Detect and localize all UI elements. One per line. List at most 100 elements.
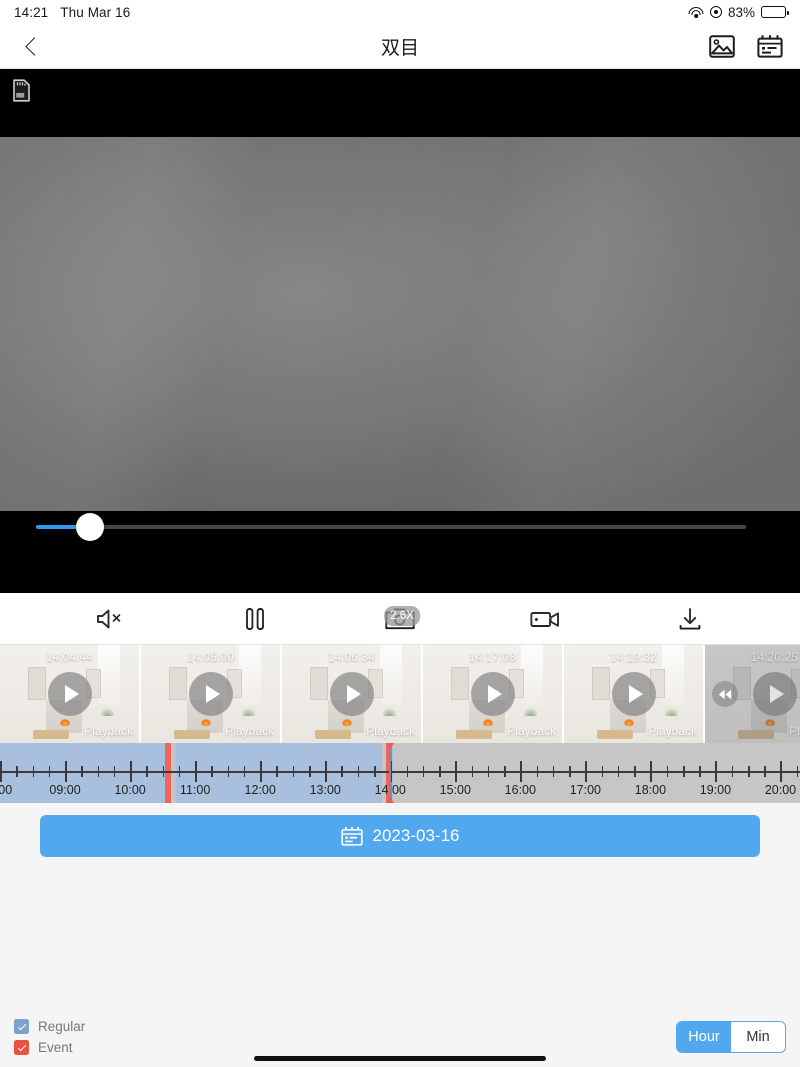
timeline-tick — [32, 766, 35, 777]
thumbnail-item[interactable]: 14:17:08 Playback — [423, 645, 562, 743]
zoom-tick — [482, 616, 486, 620]
timeline-hour-label: 16:00 — [504, 783, 536, 797]
thumbnail-item[interactable]: 14:20:25 Playback — [705, 645, 800, 743]
page-title: 双目 — [380, 37, 419, 59]
thumbnail-label: Playback — [84, 724, 133, 738]
zoom-tick — [599, 616, 602, 620]
date-picker-button[interactable]: 2023-03-16 — [40, 815, 760, 857]
zoom-tick — [499, 616, 502, 620]
zoom-tick — [169, 616, 173, 620]
zoom-tick — [615, 616, 618, 620]
play-icon — [628, 685, 643, 703]
zoom-tick — [334, 616, 337, 620]
timeline-tick — [504, 766, 506, 777]
zoom-tick — [531, 616, 535, 620]
calendar-icon — [340, 827, 363, 846]
play-button[interactable] — [611, 672, 656, 716]
timeline-tick — [552, 766, 555, 777]
timeline-tick — [796, 766, 799, 777]
zoom-tick — [153, 616, 157, 620]
zoom-tick — [466, 616, 470, 620]
slider-track — [36, 525, 746, 529]
play-button[interactable] — [188, 672, 233, 716]
timeline-hour-label: 19:00 — [699, 783, 732, 797]
playback-screen: 14:21 Thu Mar 16 83% 双目 2.6X 14:04:44 Pl… — [0, 0, 800, 1067]
legend-item-event[interactable]: Event — [14, 1040, 85, 1055]
rewind-button[interactable] — [712, 681, 738, 707]
timeline-hour-label: 8:00 — [0, 783, 13, 797]
timeline-tick — [731, 766, 734, 777]
zoom-tick — [202, 616, 205, 620]
gallery-button[interactable] — [706, 30, 738, 62]
timeline-scrubber[interactable]: 8:0009:0010:0011:0012:0013:0014:0015:001… — [0, 743, 800, 803]
home-indicator — [254, 1056, 546, 1061]
play-button[interactable] — [47, 672, 92, 716]
zoom-tick — [434, 616, 437, 620]
thumbnail-item[interactable]: 14:04:44 Playback — [0, 645, 139, 743]
calendar-button[interactable] — [754, 30, 786, 62]
thumbnail-timestamp: 14:20:25 — [750, 652, 799, 664]
event-checkbox[interactable] — [14, 1040, 29, 1055]
timeline-tick — [617, 766, 620, 777]
scale-toggle-min[interactable]: Min — [731, 1022, 785, 1052]
zoom-tick — [302, 616, 305, 620]
thumbnail-label: Playback — [507, 724, 556, 738]
thumbnail-item[interactable]: 14:05:00 Playback — [141, 645, 280, 743]
zoom-tick — [647, 616, 651, 620]
back-button[interactable] — [14, 26, 54, 66]
timeline-tick — [422, 766, 425, 777]
zoom-tick — [234, 615, 240, 621]
timeline-tick — [536, 766, 539, 777]
play-icon — [205, 685, 220, 703]
timeline-tick — [585, 761, 587, 782]
zoom-tick — [450, 616, 454, 620]
timeline-tick — [65, 761, 67, 782]
timeline-playhead[interactable] — [386, 743, 395, 803]
timeline-tick — [341, 766, 344, 777]
play-button[interactable] — [752, 672, 797, 716]
date-picker-value: 2023-03-16 — [372, 826, 460, 845]
status-bar: 14:21 Thu Mar 16 83% — [0, 0, 800, 24]
timeline-tick — [308, 766, 311, 777]
zoom-tick — [663, 616, 667, 620]
thumbnail-item[interactable]: 14:06:34 Playback — [282, 645, 421, 743]
thumbnail-timestamp: 14:05:00 — [186, 652, 235, 664]
brightness-slider[interactable] — [36, 513, 746, 541]
zoom-scale[interactable]: 2.6X — [62, 606, 742, 630]
zoom-tick — [728, 615, 734, 621]
timeline-axis — [0, 771, 800, 773]
play-button[interactable] — [329, 672, 374, 716]
battery-icon — [761, 6, 789, 18]
legend-label-event: Event — [38, 1040, 73, 1055]
check-icon — [17, 1042, 26, 1051]
zoom-tick — [350, 616, 354, 620]
bottom-bar: Regular Event Hour Min — [0, 1007, 800, 1067]
scale-toggle[interactable]: Hour Min — [676, 1021, 786, 1053]
timeline-tick — [162, 766, 165, 777]
zoom-tick — [515, 616, 518, 620]
timeline-tick — [569, 766, 571, 777]
zoom-level-badge: 2.6X — [384, 606, 420, 626]
content-filler — [0, 861, 800, 1007]
timeline-tick — [16, 766, 18, 777]
timeline-hour-label: 20:00 — [764, 783, 797, 797]
thumbnail-item[interactable]: 14:19:32 Playback — [564, 645, 703, 743]
timeline-hour-label: 09:00 — [49, 783, 81, 797]
legend-item-regular[interactable]: Regular — [14, 1019, 85, 1034]
timeline-tick — [260, 761, 262, 782]
play-button[interactable] — [470, 672, 515, 716]
scale-toggle-hour[interactable]: Hour — [677, 1022, 731, 1052]
regular-checkbox[interactable] — [14, 1019, 29, 1034]
nav-actions — [706, 30, 786, 62]
slider-thumb[interactable] — [76, 513, 104, 541]
timeline-tick — [146, 766, 148, 777]
check-icon — [17, 1021, 26, 1030]
timeline-tick — [406, 766, 409, 777]
thumbnail-label: Playback — [225, 724, 274, 738]
zoom-tick — [218, 616, 221, 620]
play-icon — [769, 685, 784, 703]
video-player[interactable]: 2.6X — [0, 69, 800, 626]
timeline-tick — [243, 766, 246, 777]
timeline-tick — [601, 766, 604, 777]
clip-thumbnail-strip[interactable]: 14:04:44 Playback 14:05:00 Playback 14:06:34… — [0, 645, 800, 743]
